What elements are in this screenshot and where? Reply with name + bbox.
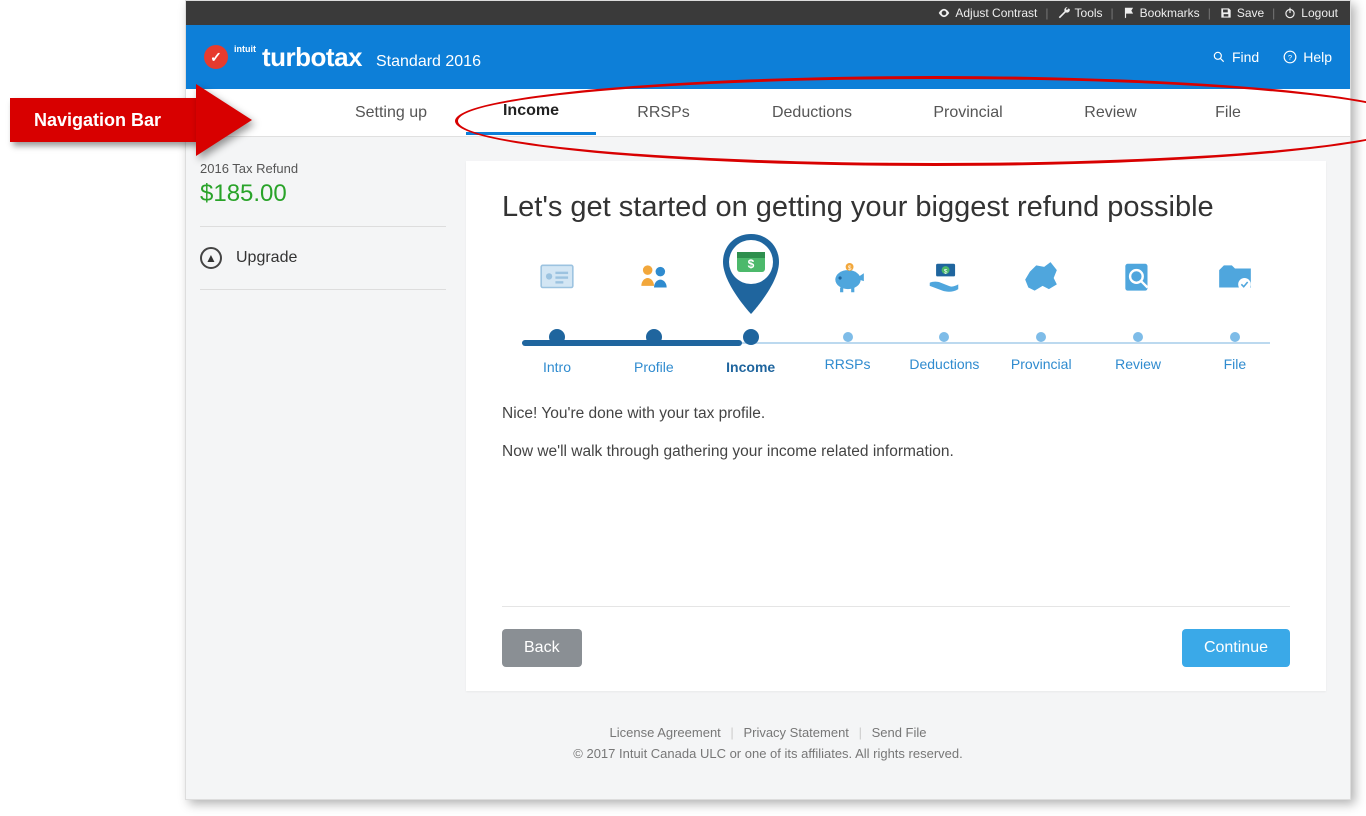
step-income[interactable]: $ Income [706,254,796,375]
tab-setting-up[interactable]: Setting up [316,92,466,134]
logout-link[interactable]: Logout [1283,6,1338,20]
footer-license-link[interactable]: License Agreement [610,725,721,740]
annotation-label: Navigation Bar [34,110,161,131]
svg-text:$: $ [944,268,948,275]
help-icon: ? [1283,50,1297,64]
tab-provincial[interactable]: Provincial [893,92,1043,134]
help-link[interactable]: ? Help [1283,49,1332,65]
eye-icon [937,6,951,20]
tab-income[interactable]: Income [466,90,596,135]
step-rrsps[interactable]: $ RRSPs [803,254,893,375]
cash-hand-icon: $ [920,254,968,302]
brand-left: ✓ intuit turbotax Standard 2016 [204,42,481,73]
wrench-icon [1057,6,1071,20]
step-profile[interactable]: Profile [609,254,699,375]
main-card: Let's get started on getting your bigges… [466,161,1326,691]
page-title: Let's get started on getting your bigges… [502,191,1290,224]
sidebar: 2016 Tax Refund $185.00 ▲ Upgrade [186,137,466,715]
footer-copyright: © 2017 Intuit Canada ULC or one of its a… [186,746,1350,761]
page-footer: License Agreement | Privacy Statement | … [186,715,1350,781]
tab-rrsps[interactable]: RRSPs [596,92,731,134]
flag-icon [1122,6,1136,20]
tools-link[interactable]: Tools [1057,6,1103,20]
canada-map-icon [1017,254,1065,302]
sidebar-divider [200,226,446,227]
continue-button[interactable]: Continue [1182,629,1290,667]
step-review[interactable]: Review [1093,254,1183,375]
footer-sendfile-link[interactable]: Send File [872,725,927,740]
bookmarks-link[interactable]: Bookmarks [1122,6,1200,20]
find-link[interactable]: Find [1212,49,1259,65]
people-icon [630,254,678,302]
piggybank-icon: $ [824,254,872,302]
refund-label: 2016 Tax Refund [200,161,446,176]
utility-topbar: Adjust Contrast | Tools | Bookmarks | Sa… [186,1,1350,25]
annotation-arrow: Navigation Bar [0,92,254,150]
brand-intuit: intuit [234,45,256,54]
tab-deductions[interactable]: Deductions [731,92,893,134]
tab-review[interactable]: Review [1043,92,1178,134]
body-text-2: Now we'll walk through gathering your in… [502,443,1290,461]
turbotax-logo-icon: ✓ [204,45,228,69]
brand-name: turbotax [262,42,362,73]
step-deductions[interactable]: $ Deductions [899,254,989,375]
footer-privacy-link[interactable]: Privacy Statement [743,725,849,740]
power-icon [1283,6,1297,20]
save-link[interactable]: Save [1219,6,1264,20]
main-navbar: Setting up Income RRSPs Deductions Provi… [186,89,1350,137]
back-button[interactable]: Back [502,629,582,667]
adjust-contrast-link[interactable]: Adjust Contrast [937,6,1037,20]
step-intro[interactable]: Intro [512,254,602,375]
folder-check-icon [1211,254,1259,302]
brand-suffix: Standard 2016 [376,53,481,71]
magnifier-doc-icon [1114,254,1162,302]
brand-bar: ✓ intuit turbotax Standard 2016 Find ? H… [186,25,1350,89]
app-window: Adjust Contrast | Tools | Bookmarks | Sa… [185,0,1351,800]
id-card-icon [533,254,581,302]
body-text-1: Nice! You're done with your tax profile. [502,405,1290,423]
svg-text:?: ? [1288,53,1292,62]
progress-tracker: Intro Profile $ [512,254,1280,375]
search-icon [1212,50,1226,64]
step-file[interactable]: File [1190,254,1280,375]
sidebar-divider [200,289,446,290]
upgrade-link[interactable]: ▲ Upgrade [200,245,446,271]
refund-amount: $185.00 [200,180,446,208]
save-icon [1219,6,1233,20]
step-provincial[interactable]: Provincial [996,254,1086,375]
tab-file[interactable]: File [1178,92,1278,134]
svg-text:$: $ [847,265,851,272]
upgrade-arrow-icon: ▲ [200,247,222,269]
